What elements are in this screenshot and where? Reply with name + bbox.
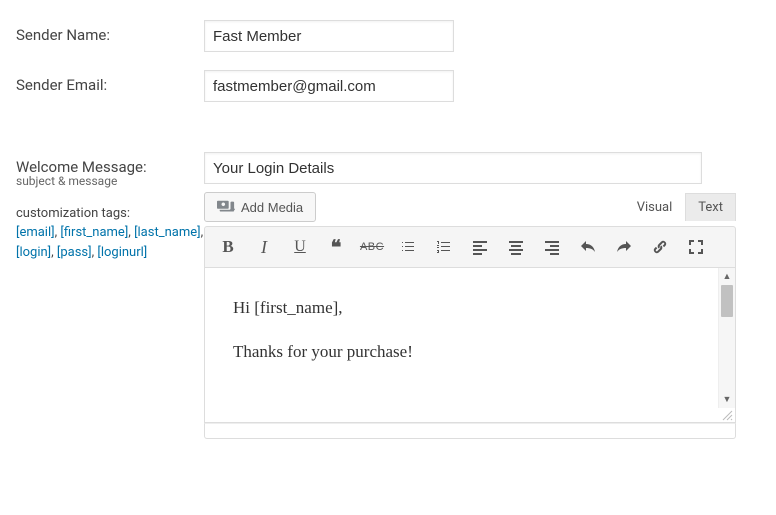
editor-statusbar [204, 423, 736, 439]
tag-pass[interactable]: [pass] [57, 245, 92, 260]
sender-name-label: Sender Name: [16, 20, 204, 44]
editor-content[interactable]: Hi [first_name], Thanks for your purchas… [205, 268, 735, 422]
scroll-thumb[interactable] [721, 285, 733, 317]
add-media-label: Add Media [241, 200, 303, 215]
camera-media-icon [217, 198, 235, 216]
undo-button[interactable] [571, 231, 605, 263]
fullscreen-button[interactable] [679, 231, 713, 263]
customization-tags-label: customization tags: [16, 206, 204, 221]
editor-line-2: Thanks for your purchase! [233, 340, 707, 364]
editor-line-1: Hi [first_name], [233, 296, 707, 320]
tab-visual[interactable]: Visual [624, 193, 686, 221]
redo-button[interactable] [607, 231, 641, 263]
bold-button[interactable]: B [211, 231, 245, 263]
add-media-button[interactable]: Add Media [204, 192, 316, 222]
tag-last-name[interactable]: [last_name] [134, 225, 201, 240]
number-list-button[interactable] [427, 231, 461, 263]
tag-loginurl[interactable]: [loginurl] [97, 245, 147, 260]
sender-email-label: Sender Email: [16, 70, 204, 94]
resize-handle[interactable] [721, 409, 733, 421]
welcome-subject-input[interactable] [204, 152, 702, 184]
sender-name-input[interactable] [204, 20, 454, 52]
tag-login[interactable]: [login] [16, 245, 51, 260]
strikethrough-button[interactable]: ABC [355, 231, 389, 263]
underline-button[interactable]: U [283, 231, 317, 263]
tab-text[interactable]: Text [685, 193, 736, 221]
editor-scrollbar[interactable]: ▲ ▼ [718, 268, 735, 408]
welcome-message-subtitle: subject & message [16, 174, 204, 188]
link-button[interactable] [643, 231, 677, 263]
align-center-button[interactable] [499, 231, 533, 263]
scroll-up-arrow[interactable]: ▲ [719, 268, 735, 285]
bullet-list-button[interactable] [391, 231, 425, 263]
blockquote-button[interactable]: ❝ [319, 231, 353, 263]
sender-email-input[interactable] [204, 70, 454, 102]
tag-email[interactable]: [email] [16, 225, 55, 240]
tag-first-name[interactable]: [first_name] [60, 225, 128, 240]
editor-toolbar: B I U ❝ ABC [204, 226, 736, 268]
customization-tags: [email], [first_name], [last_name], [log… [16, 223, 204, 262]
scroll-down-arrow[interactable]: ▼ [719, 391, 735, 408]
align-right-button[interactable] [535, 231, 569, 263]
align-left-button[interactable] [463, 231, 497, 263]
italic-button[interactable]: I [247, 231, 281, 263]
